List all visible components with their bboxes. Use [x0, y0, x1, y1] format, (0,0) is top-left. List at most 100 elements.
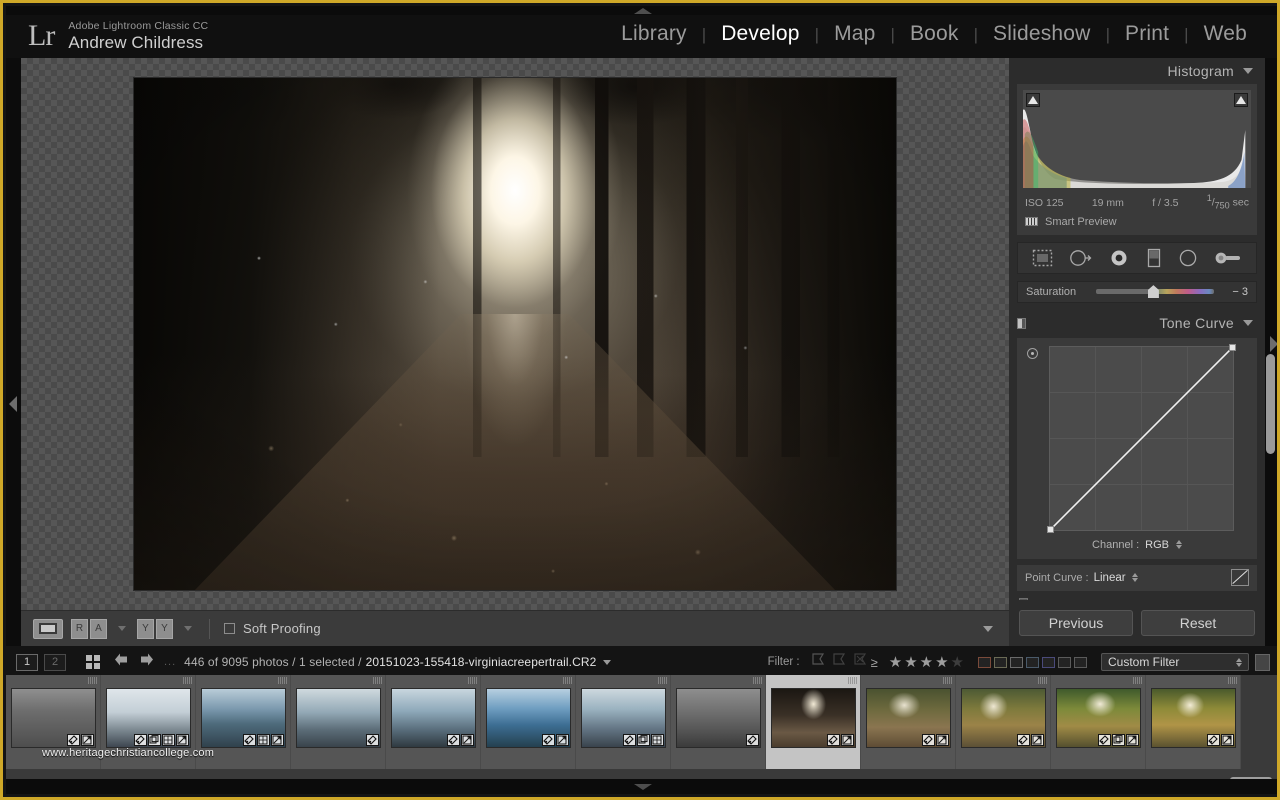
red-eye-correction-tool-icon[interactable] — [1109, 249, 1129, 267]
tone-curve-channel-row[interactable]: Channel : RGB — [1025, 531, 1249, 551]
crop-badge-icon[interactable] — [921, 734, 935, 746]
copy-badge-icon[interactable] — [636, 734, 650, 746]
tone-curve-handle-black[interactable] — [1047, 525, 1054, 533]
thumb-blue-sea-horizon[interactable] — [485, 688, 571, 748]
copy-badge-icon[interactable] — [1111, 734, 1125, 746]
crop-badge-icon[interactable] — [446, 734, 460, 746]
color-label-1[interactable] — [978, 656, 991, 668]
thumb-ocean-rocks[interactable] — [295, 688, 381, 748]
color-label-4[interactable] — [1026, 656, 1039, 668]
shadow-clipping-indicator[interactable] — [1026, 93, 1040, 107]
current-filename[interactable]: 20151023-155418-virginiacreepertrail.CR2 — [366, 655, 597, 669]
color-label-7[interactable] — [1074, 656, 1087, 668]
edit-badge-icon[interactable] — [460, 734, 474, 746]
module-develop[interactable]: Develop — [706, 22, 814, 46]
chevron-down-icon[interactable] — [1243, 319, 1253, 326]
module-web[interactable]: Web — [1189, 22, 1262, 46]
module-print[interactable]: Print — [1110, 22, 1184, 46]
filmstrip-thumbnail[interactable] — [291, 675, 386, 769]
filmstrip-thumbnail[interactable] — [6, 675, 101, 769]
rating-star-3[interactable]: ★ — [920, 655, 933, 670]
module-book[interactable]: Book — [895, 22, 974, 46]
edit-badge-icon[interactable] — [270, 734, 284, 746]
edit-badge-icon[interactable] — [1125, 734, 1139, 746]
filmstrip-thumbnail-selected[interactable] — [766, 675, 861, 769]
rating-star-1[interactable]: ★ — [889, 655, 902, 670]
color-label-5[interactable] — [1042, 656, 1055, 668]
thumb-shoreline-waves[interactable] — [390, 688, 476, 748]
filmstrip-thumbnail[interactable]: 5 — [1146, 675, 1241, 769]
compare-view-button[interactable]: R A — [71, 618, 107, 639]
thumb-autumn-trail[interactable] — [865, 688, 951, 748]
tone-curve-panel-header[interactable]: Tone Curve — [1009, 309, 1265, 336]
edit-badge-icon[interactable] — [1030, 734, 1044, 746]
histogram-graph[interactable] — [1023, 90, 1251, 188]
radial-filter-tool-icon[interactable] — [1178, 249, 1198, 267]
crop-badge-icon[interactable] — [622, 734, 636, 746]
point-curve-spinner-icon[interactable] — [1131, 573, 1138, 583]
filmstrip-thumbnail[interactable] — [671, 675, 766, 769]
histogram-panel-header[interactable]: Histogram — [1009, 58, 1265, 84]
thumb-seascape-long-exposure[interactable] — [105, 688, 191, 748]
channel-spinner-icon[interactable] — [1175, 540, 1182, 550]
crop-badge-icon[interactable] — [133, 734, 147, 746]
chevron-down-icon[interactable] — [1243, 68, 1253, 74]
saturation-track[interactable] — [1096, 285, 1214, 299]
reset-button[interactable]: Reset — [1141, 610, 1255, 636]
crop-badge-icon[interactable] — [1016, 734, 1030, 746]
bottom-panel-toggle[interactable] — [6, 779, 1277, 794]
crop-badge-icon[interactable] — [242, 734, 256, 746]
module-map[interactable]: Map — [819, 22, 890, 46]
right-panel-scrollbar[interactable] — [1266, 354, 1275, 454]
crop-badge-icon[interactable] — [745, 734, 759, 746]
edit-badge-icon[interactable] — [175, 734, 189, 746]
filmstrip-thumbnail[interactable]: ★★★★★ — [576, 675, 671, 769]
filmstrip[interactable]: www.heritagechristiancollege.com ★★★★★★★… — [6, 675, 1277, 785]
spot-removal-tool-icon[interactable] — [1069, 249, 1093, 267]
edit-badge-icon[interactable] — [555, 734, 569, 746]
flag-pick-icon[interactable] — [811, 652, 826, 672]
adjustment-brush-tool-icon[interactable] — [1214, 249, 1242, 267]
next-photo-icon[interactable] — [140, 653, 154, 671]
flag-rejected-icon[interactable] — [853, 652, 868, 672]
thumb-grey-road[interactable] — [675, 688, 761, 748]
survey-view-button[interactable]: Y Y — [137, 618, 173, 639]
filmstrip-thumbnail[interactable] — [956, 675, 1051, 769]
screen-two-button[interactable]: 2 — [44, 653, 66, 671]
filmstrip-thumbnail[interactable] — [861, 675, 956, 769]
filename-caret-icon[interactable] — [603, 659, 612, 665]
filmstrip-thumbnail[interactable] — [1051, 675, 1146, 769]
compare-caret-icon[interactable] — [118, 626, 126, 631]
identity-plate[interactable]: Lr Adobe Lightroom Classic CC Andrew Chi… — [6, 12, 208, 53]
rating-star-2[interactable]: ★ — [904, 655, 917, 670]
point-curve-value[interactable]: Linear — [1094, 572, 1126, 584]
module-slideshow[interactable]: Slideshow — [978, 22, 1106, 46]
grid-badge-icon[interactable] — [650, 734, 664, 746]
thumb-forest-stream[interactable] — [1055, 688, 1141, 748]
thumb-golden-woods[interactable] — [1150, 688, 1236, 748]
module-library[interactable]: Library — [606, 22, 702, 46]
grid-badge-icon[interactable] — [161, 734, 175, 746]
flag-unflagged-icon[interactable] — [832, 652, 847, 672]
filmstrip-source-ellipsis[interactable]: ... — [164, 656, 176, 668]
highlight-clipping-indicator[interactable] — [1234, 93, 1248, 107]
color-label-6[interactable] — [1058, 656, 1071, 668]
screen-one-button[interactable]: 1 — [16, 653, 38, 671]
previous-button[interactable]: Previous — [1019, 610, 1133, 636]
loupe-canvas[interactable] — [21, 58, 1009, 610]
thumb-virginia-creeper-trail[interactable] — [770, 688, 856, 748]
photo-preview[interactable] — [134, 78, 896, 590]
thumb-coast-sunset[interactable]: ★★★★★ — [580, 688, 666, 748]
channel-value[interactable]: RGB — [1145, 539, 1169, 551]
targeted-adjustment-tool-icon[interactable] — [1027, 347, 1038, 359]
saturation-slider-row[interactable]: Saturation − 3 — [1017, 280, 1257, 303]
saturation-thumb[interactable] — [1147, 285, 1159, 299]
copy-badge-icon[interactable] — [147, 734, 161, 746]
crop-badge-icon[interactable] — [541, 734, 555, 746]
crop-badge-icon[interactable] — [365, 734, 379, 746]
point-curve-row[interactable]: Point Curve : Linear — [1017, 564, 1257, 591]
left-panel-toggle[interactable] — [6, 58, 21, 646]
color-label-2[interactable] — [994, 656, 1007, 668]
soft-proofing-checkbox[interactable] — [224, 623, 235, 634]
thumb-rocky-shore-bw[interactable] — [10, 688, 96, 748]
